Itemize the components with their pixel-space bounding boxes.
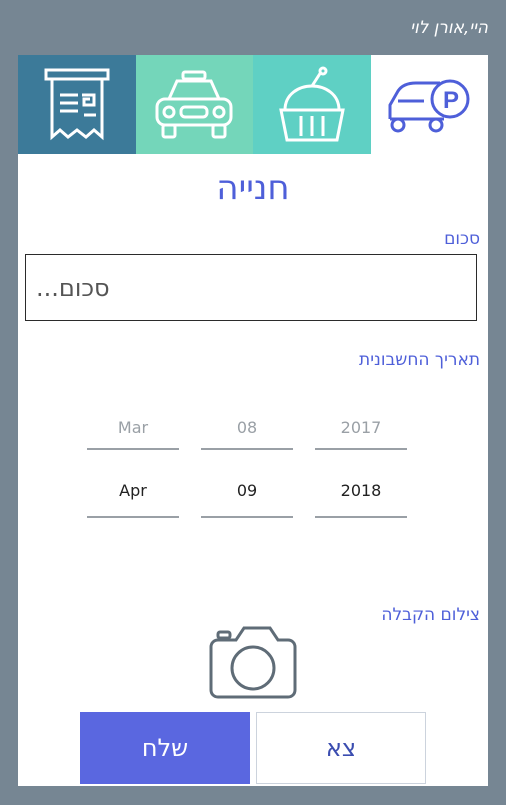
camera-icon bbox=[209, 626, 297, 699]
page-title: חנייה bbox=[216, 168, 290, 208]
amount-input[interactable] bbox=[25, 254, 477, 321]
send-button[interactable]: שלח bbox=[80, 712, 250, 784]
day-current-value[interactable]: 09 bbox=[201, 466, 293, 518]
day-prev-value[interactable]: 08 bbox=[201, 408, 293, 450]
camera-button[interactable] bbox=[208, 624, 298, 700]
cupcake-icon bbox=[278, 66, 345, 141]
taxi-icon bbox=[155, 70, 233, 138]
receipt-icon bbox=[44, 68, 110, 140]
exit-button[interactable]: צא bbox=[256, 712, 426, 784]
date-label: תאריך החשבונית bbox=[359, 350, 480, 370]
tab-food[interactable] bbox=[253, 55, 371, 154]
tab-receipt[interactable] bbox=[18, 55, 136, 154]
category-tabs: P bbox=[18, 55, 488, 154]
year-current-value[interactable]: 2018 bbox=[315, 466, 407, 518]
year-prev-value[interactable]: 2017 bbox=[315, 408, 407, 450]
svg-text:P: P bbox=[443, 87, 459, 114]
parking-car-icon: P bbox=[388, 79, 470, 132]
greeting-text: היי,אורן לוי bbox=[410, 18, 488, 38]
photo-label: צילום הקבלה bbox=[381, 605, 480, 625]
tab-parking[interactable]: P bbox=[370, 55, 488, 154]
expense-form: חנייה סכום תאריך החשבונית Mar Apr 08 09 … bbox=[18, 154, 488, 786]
month-current-value[interactable]: Apr bbox=[87, 466, 179, 518]
month-prev-value[interactable]: Mar bbox=[87, 408, 179, 450]
amount-label: סכום bbox=[444, 229, 480, 249]
tab-taxi[interactable] bbox=[135, 55, 253, 154]
